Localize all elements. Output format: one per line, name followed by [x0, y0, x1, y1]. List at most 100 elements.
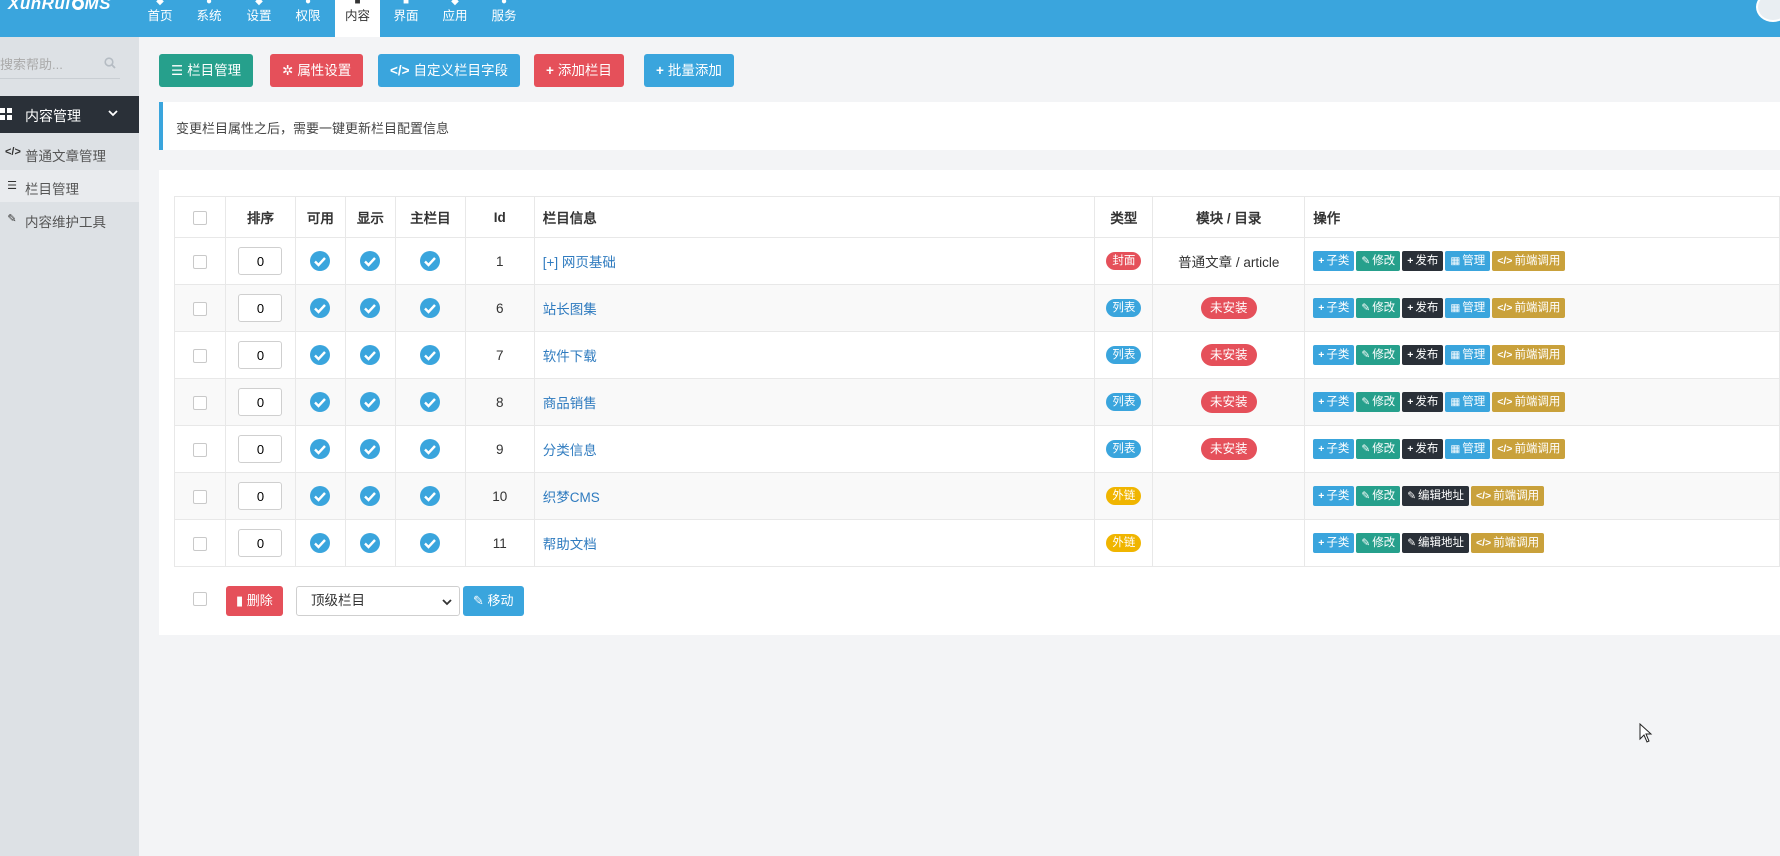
- category-name-link[interactable]: [+] 网页基础: [533, 237, 1096, 285]
- frontend-call-button[interactable]: </> 前端调用: [1471, 533, 1545, 553]
- edit-url-button[interactable]: ✎ 编辑地址: [1402, 486, 1469, 506]
- frontend-call-button[interactable]: </> 前端调用: [1492, 251, 1566, 271]
- category-name-link[interactable]: 分类信息: [533, 425, 1096, 473]
- check-circle-icon[interactable]: [419, 250, 441, 272]
- frontend-call-button[interactable]: </> 前端调用: [1471, 486, 1545, 506]
- edit-button[interactable]: ✎ 修改: [1356, 439, 1401, 459]
- check-circle-icon[interactable]: [359, 532, 381, 554]
- publish-button[interactable]: + 发布: [1402, 439, 1444, 459]
- category-name-link[interactable]: 软件下载: [533, 331, 1096, 379]
- check-circle-icon[interactable]: [359, 391, 381, 413]
- nav-content[interactable]: ■ 内容: [335, 0, 380, 37]
- check-circle-icon[interactable]: [309, 532, 331, 554]
- edit-button[interactable]: ✎ 修改: [1356, 533, 1401, 553]
- category-name-link[interactable]: 织梦CMS: [533, 472, 1096, 520]
- check-circle-icon[interactable]: [309, 344, 331, 366]
- check-circle-icon[interactable]: [419, 297, 441, 319]
- order-input[interactable]: [238, 435, 283, 463]
- publish-button[interactable]: + 发布: [1402, 392, 1444, 412]
- check-circle-icon[interactable]: [419, 391, 441, 413]
- nav-home[interactable]: ◆ 首页: [144, 0, 176, 37]
- sub-category-button[interactable]: + 子类: [1313, 251, 1355, 271]
- frontend-call-button[interactable]: </> 前端调用: [1492, 298, 1566, 318]
- edit-url-button[interactable]: ✎ 编辑地址: [1402, 533, 1469, 553]
- check-circle-icon[interactable]: [359, 344, 381, 366]
- edit-button[interactable]: ✎ 修改: [1356, 345, 1401, 365]
- check-circle-icon[interactable]: [359, 485, 381, 507]
- avatar[interactable]: [1756, 0, 1780, 22]
- sidebar-item-categories[interactable]: ☰ 栏目管理: [0, 170, 139, 202]
- check-circle-icon[interactable]: [419, 532, 441, 554]
- order-input[interactable]: [238, 247, 283, 275]
- manage-button[interactable]: ▦ 管理: [1445, 298, 1491, 318]
- sidebar-item-articles[interactable]: </> 普通文章管理: [0, 137, 139, 169]
- order-input[interactable]: [238, 341, 283, 369]
- publish-button[interactable]: + 发布: [1402, 251, 1444, 271]
- nav-services[interactable]: ● 服务: [488, 0, 520, 37]
- edit-button[interactable]: ✎ 修改: [1356, 392, 1401, 412]
- nav-apps[interactable]: ◆ 应用: [439, 0, 471, 37]
- check-circle-icon[interactable]: [419, 344, 441, 366]
- check-circle-icon[interactable]: [309, 391, 331, 413]
- nav-permissions[interactable]: ● 权限: [292, 0, 324, 37]
- manage-button[interactable]: ▦ 管理: [1445, 392, 1491, 412]
- check-circle-icon[interactable]: [419, 438, 441, 460]
- row-checkbox[interactable]: [192, 395, 207, 410]
- manage-button[interactable]: ▦ 管理: [1445, 251, 1491, 271]
- check-circle-icon[interactable]: [359, 250, 381, 272]
- row-checkbox[interactable]: [192, 489, 207, 504]
- frontend-call-button[interactable]: </> 前端调用: [1492, 439, 1566, 459]
- search-icon[interactable]: [104, 57, 116, 69]
- frontend-call-button[interactable]: </> 前端调用: [1492, 345, 1566, 365]
- batch-add-button[interactable]: + 批量添加: [644, 54, 734, 87]
- manage-button[interactable]: ▦ 管理: [1445, 345, 1491, 365]
- logo[interactable]: XunRui MS: [8, 0, 111, 14]
- category-manage-button[interactable]: ☰ 栏目管理: [159, 54, 254, 87]
- move-button[interactable]: ✎ 移动: [463, 586, 524, 616]
- parent-category-select[interactable]: 顶级栏目: [296, 586, 460, 616]
- select-all-checkbox[interactable]: [192, 210, 207, 225]
- category-name-link[interactable]: 帮助文档: [533, 519, 1096, 567]
- category-name-link[interactable]: 商品销售: [533, 378, 1096, 426]
- edit-button[interactable]: ✎ 修改: [1356, 486, 1401, 506]
- check-circle-icon[interactable]: [309, 250, 331, 272]
- property-settings-button[interactable]: ✲ 属性设置: [270, 54, 364, 87]
- edit-button[interactable]: ✎ 修改: [1356, 251, 1401, 271]
- check-circle-icon[interactable]: [309, 438, 331, 460]
- sidebar-item-maintenance[interactable]: ✎ 内容维护工具: [0, 203, 139, 235]
- sub-category-button[interactable]: + 子类: [1313, 533, 1355, 553]
- footer-select-all-checkbox[interactable]: [193, 592, 207, 606]
- delete-button[interactable]: ▮ 删除: [226, 586, 283, 616]
- order-input[interactable]: [238, 294, 283, 322]
- sub-category-button[interactable]: + 子类: [1313, 298, 1355, 318]
- nav-interface[interactable]: ■ 界面: [390, 0, 422, 37]
- sub-category-button[interactable]: + 子类: [1313, 486, 1355, 506]
- nav-system[interactable]: ● 系统: [193, 0, 225, 37]
- row-checkbox[interactable]: [192, 254, 207, 269]
- check-circle-icon[interactable]: [309, 485, 331, 507]
- manage-button[interactable]: ▦ 管理: [1445, 439, 1491, 459]
- check-circle-icon[interactable]: [359, 297, 381, 319]
- search-input[interactable]: [0, 51, 100, 77]
- nav-settings[interactable]: ◆ 设置: [243, 0, 275, 37]
- sub-category-button[interactable]: + 子类: [1313, 392, 1355, 412]
- sub-category-button[interactable]: + 子类: [1313, 439, 1355, 459]
- edit-button[interactable]: ✎ 修改: [1356, 298, 1401, 318]
- row-checkbox[interactable]: [192, 442, 207, 457]
- custom-fields-button[interactable]: </> 自定义栏目字段: [378, 54, 521, 87]
- frontend-call-button[interactable]: </> 前端调用: [1492, 392, 1566, 412]
- sidebar-group-content-management[interactable]: 内容管理: [0, 96, 139, 133]
- check-circle-icon[interactable]: [309, 297, 331, 319]
- check-circle-icon[interactable]: [359, 438, 381, 460]
- publish-button[interactable]: + 发布: [1402, 298, 1444, 318]
- order-input[interactable]: [238, 529, 283, 557]
- order-input[interactable]: [238, 482, 283, 510]
- sub-category-button[interactable]: + 子类: [1313, 345, 1355, 365]
- check-circle-icon[interactable]: [419, 485, 441, 507]
- row-checkbox[interactable]: [192, 536, 207, 551]
- row-checkbox[interactable]: [192, 348, 207, 363]
- row-checkbox[interactable]: [192, 301, 207, 316]
- publish-button[interactable]: + 发布: [1402, 345, 1444, 365]
- add-category-button[interactable]: + 添加栏目: [534, 54, 624, 87]
- order-input[interactable]: [238, 388, 283, 416]
